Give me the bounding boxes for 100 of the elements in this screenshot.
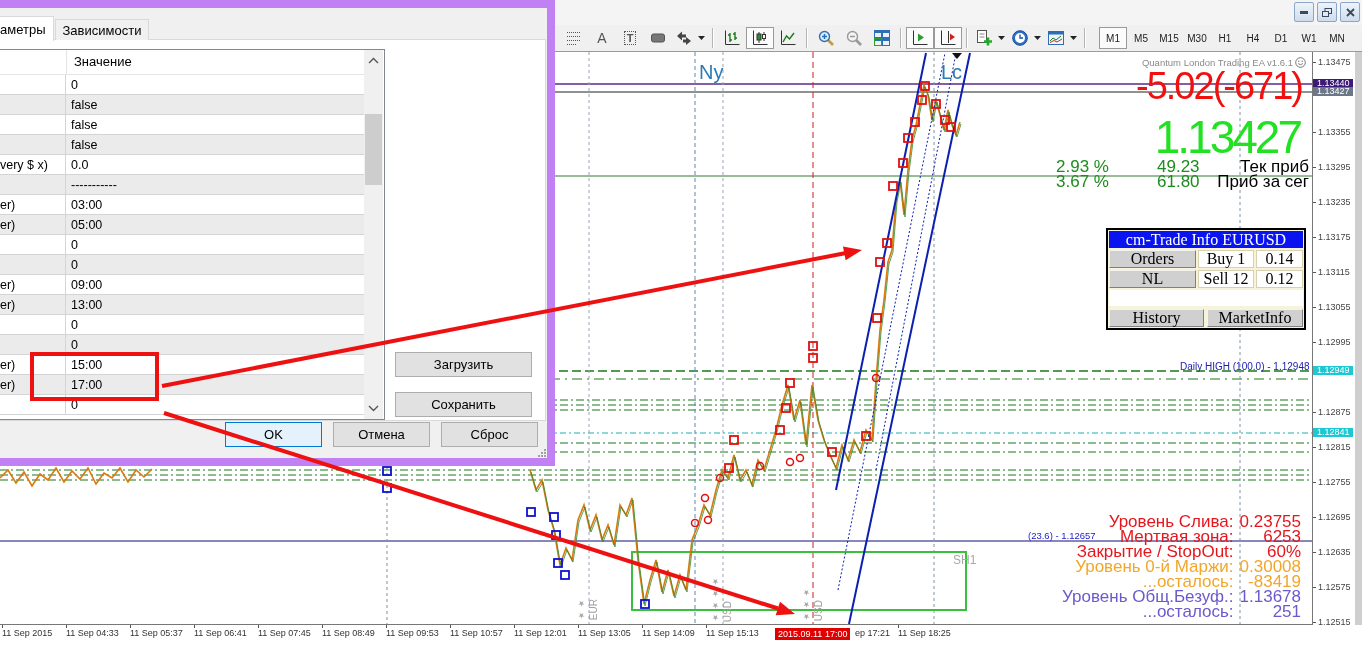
parameter-name: er) — [0, 196, 16, 213]
parameter-value: 13:00 — [71, 296, 103, 313]
account-label: ...осталось: — [1142, 574, 1234, 589]
template-icon[interactable] — [1048, 30, 1064, 46]
time-label: 11 Sep 12:01 — [514, 625, 567, 639]
save-button[interactable]: Сохранить — [395, 392, 532, 417]
close-button[interactable] — [1340, 2, 1360, 22]
parameter-name: er) — [0, 376, 16, 393]
table-row[interactable]: er) 03:00 — [0, 195, 364, 215]
timeframe-button[interactable]: M5 — [1127, 27, 1155, 49]
cancel-button[interactable]: Отмена — [333, 422, 430, 447]
order-count-cell: Buy 1 — [1198, 250, 1254, 268]
table-row[interactable]: 0 — [0, 255, 364, 275]
panel-button[interactable]: Orders — [1109, 250, 1196, 268]
timeframe-button[interactable]: MN — [1323, 27, 1351, 49]
tile-windows-icon[interactable] — [874, 30, 890, 46]
parameter-value: 09:00 — [71, 276, 103, 293]
line-chart-icon[interactable] — [780, 30, 796, 46]
chevron-up-icon[interactable] — [368, 57, 379, 64]
clock-icon[interactable] — [1012, 30, 1028, 46]
caret-icon[interactable] — [1034, 36, 1041, 40]
account-value: 0.30008 — [1239, 559, 1301, 574]
session-label: Ny — [699, 61, 724, 83]
account-label: Закрытие / StopOut: — [1076, 544, 1234, 559]
zoom-in-icon[interactable] — [818, 30, 834, 46]
profit-label: Приб за сег — [1217, 174, 1309, 189]
vertical-scrollbar[interactable] — [1355, 52, 1362, 625]
table-row[interactable]: er) 05:00 — [0, 215, 364, 235]
chart-shift-button[interactable] — [934, 27, 962, 49]
account-value: 0.23755 — [1239, 514, 1301, 529]
table-row[interactable]: er) 09:00 — [0, 275, 364, 295]
scrollbar-thumb[interactable] — [365, 114, 382, 185]
panel-button[interactable]: History — [1109, 309, 1204, 327]
table-row[interactable]: er) 13:00 — [0, 295, 364, 315]
timeframe-button[interactable]: M15 — [1155, 27, 1183, 49]
arrows-icon[interactable] — [676, 30, 692, 46]
panel-button[interactable]: NL — [1109, 270, 1196, 288]
square-marker-icon — [861, 431, 871, 441]
caret-icon[interactable] — [998, 36, 1005, 40]
parameter-value: 0.0 — [71, 156, 89, 173]
reset-button[interactable]: Сброс — [441, 422, 538, 447]
currency-label: USD — [723, 600, 733, 622]
profit-label: Тек приб — [1240, 159, 1309, 174]
minimize-icon — [1300, 10, 1308, 14]
timeframe-button[interactable]: M1 — [1099, 27, 1127, 49]
parameter-value: false — [71, 116, 98, 133]
load-button[interactable]: Загрузить — [395, 352, 532, 377]
price-label: 1.12875 — [1313, 407, 1351, 418]
bar-chart-icon[interactable] — [724, 30, 740, 46]
tab[interactable]: аметры — [0, 16, 54, 41]
table-row[interactable]: ----------- — [0, 175, 364, 195]
price-label: 1.12515 — [1313, 617, 1351, 628]
circle-marker-icon — [795, 453, 805, 463]
tab[interactable]: Зависимости — [54, 19, 150, 40]
resize-grip-icon[interactable] — [538, 449, 546, 457]
text-label-tool[interactable]: T — [616, 27, 644, 49]
time-label: 11 Sep 06:41 — [194, 625, 247, 639]
timeframe-button[interactable]: H1 — [1211, 27, 1239, 49]
lot-cell: 0.14 — [1256, 250, 1303, 268]
minimize-button[interactable] — [1294, 2, 1314, 22]
chart-play-button[interactable] — [906, 27, 934, 49]
timeframe-button[interactable]: M30 — [1183, 27, 1211, 49]
currency-label: EUR — [589, 598, 599, 620]
price-label: 1.12815 — [1313, 442, 1351, 453]
circle-marker-icon — [755, 461, 765, 471]
caret-icon[interactable] — [1070, 36, 1077, 40]
price-label: 1.13175 — [1313, 232, 1351, 243]
panel-button[interactable]: MarketInfo — [1207, 309, 1303, 327]
price-label: 1.13055 — [1313, 302, 1351, 313]
price-label: 1.13355 — [1313, 127, 1351, 138]
dotted-lines-icon[interactable] — [566, 30, 582, 46]
profit-percent: 3.67 % — [1056, 174, 1109, 189]
timeframe-button[interactable]: W1 — [1295, 27, 1323, 49]
table-row[interactable]: false — [0, 115, 364, 135]
ok-button[interactable]: OK — [225, 422, 322, 447]
table-row[interactable]: 0 — [0, 335, 364, 355]
square-marker-icon — [724, 463, 734, 473]
table-row[interactable]: false — [0, 95, 364, 115]
profit-amount: 61.80 — [1157, 174, 1200, 189]
chevron-down-icon[interactable] — [368, 405, 379, 412]
text-tool[interactable]: A — [588, 27, 616, 49]
add-indicator-icon[interactable] — [976, 30, 992, 46]
table-row[interactable]: 0 — [0, 75, 364, 95]
chart-shift-icon — [940, 30, 956, 46]
restore-button[interactable] — [1317, 2, 1337, 22]
timeframe-button[interactable]: D1 — [1267, 27, 1295, 49]
account-label: ...осталось: — [1142, 604, 1234, 619]
timeframe-button[interactable]: H4 — [1239, 27, 1267, 49]
square-marker-icon — [560, 570, 570, 580]
table-row[interactable]: false — [0, 135, 364, 155]
zoom-out-icon[interactable] — [846, 30, 862, 46]
time-label: 11 Sep 18:25 — [898, 625, 951, 639]
rectangle-icon[interactable] — [650, 30, 666, 46]
parameter-name: er) — [0, 216, 16, 233]
table-row[interactable]: 0 — [0, 315, 364, 335]
table-row[interactable]: very $ x) 0.0 — [0, 155, 364, 175]
table-row[interactable]: 0 — [0, 235, 364, 255]
candlestick-button[interactable] — [746, 27, 774, 49]
caret-icon[interactable] — [698, 36, 705, 40]
table-row[interactable]: er) 17:00 — [0, 375, 364, 395]
